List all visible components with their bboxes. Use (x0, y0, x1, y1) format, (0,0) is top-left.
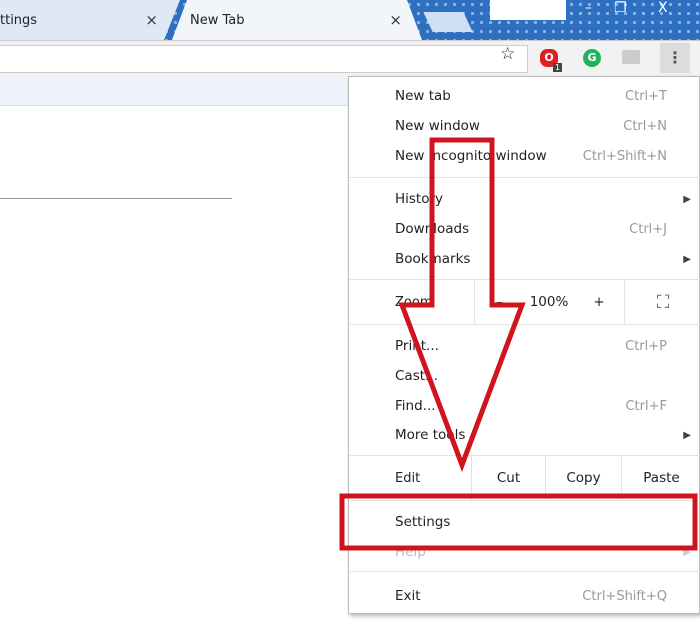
menu-item-exit[interactable]: Exit Ctrl+Shift+Q (349, 581, 700, 611)
label: Help (395, 544, 426, 560)
menu-item-more-tools[interactable]: More tools ▶ (349, 420, 700, 450)
page-header (0, 76, 350, 106)
label: Cast... (395, 368, 438, 384)
separator (349, 324, 700, 325)
label: Exit (395, 588, 421, 604)
submenu-arrow-icon: ▶ (683, 429, 691, 441)
tab-strip: ttings × New Tab × – ❐ X (0, 0, 700, 40)
label: Settings (395, 514, 451, 530)
menu-item-downloads[interactable]: Downloads Ctrl+J (349, 214, 700, 244)
shortcut: Ctrl+J (629, 221, 667, 237)
submenu-arrow-icon: ▶ (683, 253, 691, 265)
edit-label: Edit (395, 470, 421, 486)
divider (0, 198, 232, 199)
zoom-level: 100% (529, 294, 569, 310)
fullscreen-icon[interactable]: ⛶ (624, 280, 700, 324)
close-tab-icon[interactable]: × (145, 11, 158, 29)
label: Bookmarks (395, 251, 471, 267)
minimize-icon[interactable]: – (585, 0, 592, 16)
extension-icon[interactable] (622, 50, 640, 64)
label: New tab (395, 88, 451, 104)
chrome-menu-button[interactable]: ⋮ (660, 43, 690, 73)
tab-title: New Tab (190, 12, 245, 28)
shortcut: Ctrl+Shift+Q (582, 588, 667, 604)
toolbar: ☆ O 1 G ⋮ (0, 40, 700, 76)
zoom-label: Zoom (395, 294, 433, 310)
menu-item-help[interactable]: Help ▶ (349, 537, 700, 567)
submenu-arrow-icon: ▶ (683, 546, 691, 558)
close-window-icon[interactable]: X (658, 0, 668, 16)
menu-item-incognito[interactable]: New incognito window Ctrl+Shift+N (349, 141, 700, 171)
copy-button[interactable]: Copy (545, 456, 621, 500)
address-bar[interactable] (0, 45, 528, 73)
cut-button[interactable]: Cut (471, 456, 545, 500)
tab-new-tab[interactable]: New Tab × (172, 0, 422, 40)
shortcut: Ctrl+Shift+N (582, 148, 667, 164)
submenu-arrow-icon: ▶ (683, 193, 691, 205)
separator (349, 571, 700, 572)
chrome-menu: New tab Ctrl+T New window Ctrl+N New incog… (348, 76, 700, 614)
separator (349, 500, 700, 501)
shortcut: Ctrl+P (625, 338, 667, 354)
label: Downloads (395, 221, 470, 237)
zoom-in-button[interactable]: + (574, 280, 624, 324)
edit-row: Edit Cut Copy Paste (349, 456, 700, 500)
shortcut: Ctrl+F (625, 398, 667, 414)
label: History (395, 191, 444, 207)
zoom-out-button[interactable]: – (474, 280, 524, 324)
window-title-area (490, 0, 566, 20)
menu-item-new-tab[interactable]: New tab Ctrl+T (349, 81, 700, 111)
label: New incognito window (395, 148, 547, 164)
menu-item-history[interactable]: History ▶ (349, 184, 700, 214)
label: Find... (395, 398, 436, 414)
paste-button[interactable]: Paste (621, 456, 700, 500)
grammarly-extension-icon[interactable]: G (583, 49, 601, 67)
zoom-row: Zoom – 100% + ⛶ (349, 280, 700, 324)
menu-item-new-window[interactable]: New window Ctrl+N (349, 111, 700, 141)
close-tab-icon[interactable]: × (389, 11, 402, 29)
menu-item-settings[interactable]: Settings (349, 507, 700, 537)
menu-item-print[interactable]: Print... Ctrl+P (349, 331, 700, 361)
extension-badge: 1 (553, 63, 563, 72)
tab-title: ttings (0, 12, 38, 28)
bookmark-star-icon[interactable]: ☆ (500, 44, 515, 64)
menu-item-find[interactable]: Find... Ctrl+F (349, 391, 700, 421)
label: New window (395, 118, 480, 134)
label: Print... (395, 338, 439, 354)
restore-icon[interactable]: ❐ (614, 0, 627, 16)
label: More tools (395, 427, 466, 443)
shortcut: Ctrl+T (625, 88, 667, 104)
new-tab-button[interactable] (423, 12, 473, 32)
tab-settings[interactable]: ttings × (0, 0, 180, 40)
separator (349, 177, 700, 178)
shortcut: Ctrl+N (623, 118, 667, 134)
menu-item-bookmarks[interactable]: Bookmarks ▶ (349, 244, 700, 274)
menu-item-cast[interactable]: Cast... (349, 361, 700, 391)
